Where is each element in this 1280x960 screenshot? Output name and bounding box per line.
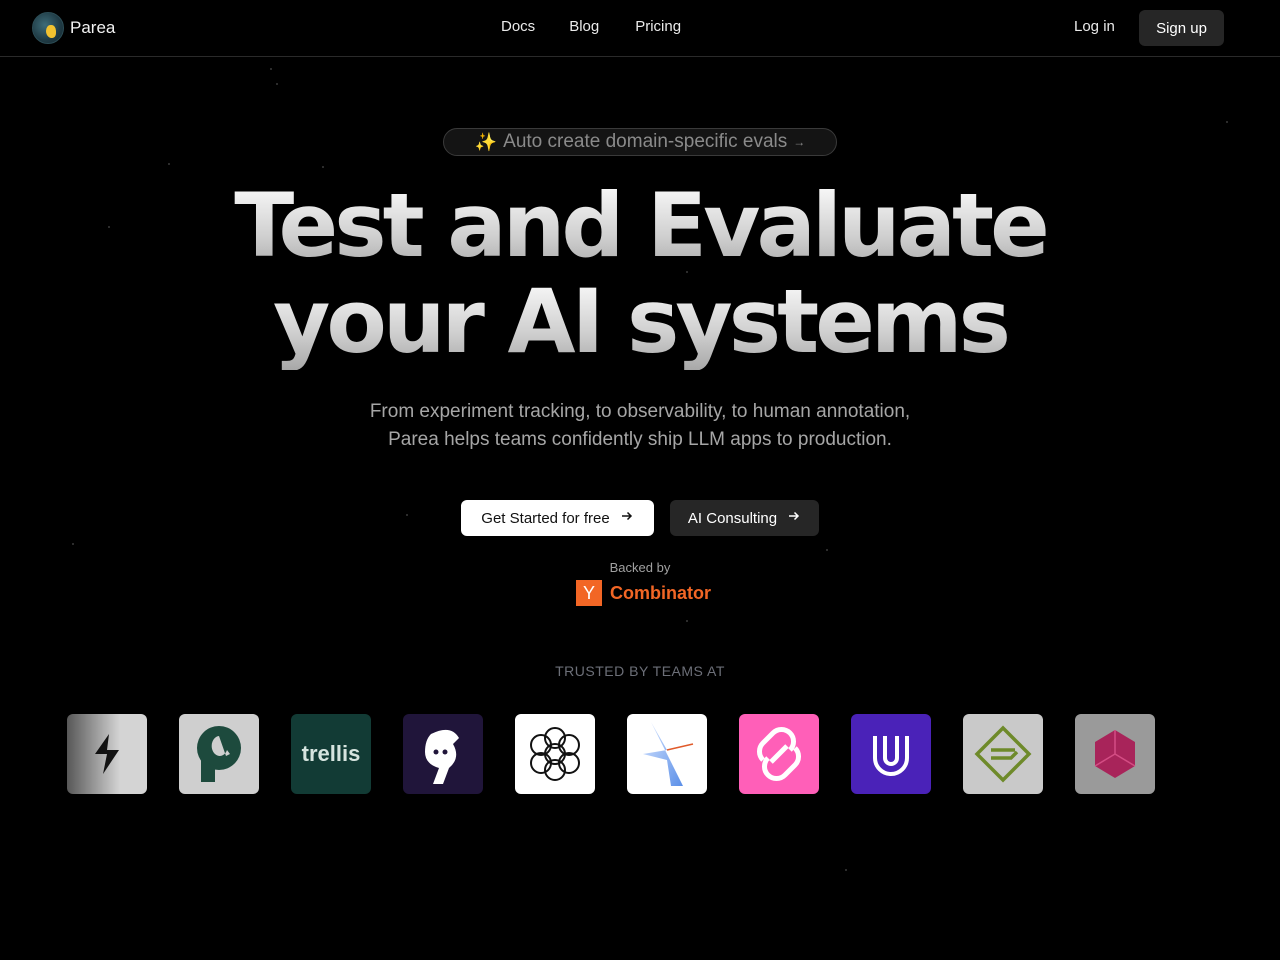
brand-name: Parea	[70, 18, 116, 37]
login-link[interactable]: Log in	[1074, 18, 1115, 35]
sparkles-icon: ✨	[474, 131, 498, 152]
nav-link-blog[interactable]: Blog	[569, 18, 599, 35]
get-started-button[interactable]: Get Started for free	[461, 500, 654, 536]
brand[interactable]: Parea	[32, 12, 115, 44]
yc-y-icon: Y	[576, 580, 602, 606]
customer-logo-link-icon	[739, 714, 819, 794]
top-navigation: Parea Docs Blog Pricing Log in Sign up	[0, 0, 1280, 57]
headline-line-1: Test and Evaluate	[0, 178, 1280, 274]
customer-logo-u-icon	[851, 714, 931, 794]
parea-logo-icon	[32, 12, 64, 44]
y-combinator-logo[interactable]: Y Combinator	[576, 580, 711, 606]
arrow-right-icon: →	[793, 135, 806, 149]
announcement-pill[interactable]: ✨ Auto create domain-specific evals →	[443, 128, 837, 156]
customer-logo-headset-icon	[179, 714, 259, 794]
arrow-right-icon	[787, 509, 801, 527]
customer-logo-diamond-icon	[963, 714, 1043, 794]
customer-logo-strip: trellis	[67, 714, 1155, 794]
yc-wordmark: Combinator	[610, 582, 711, 603]
customer-logo-prism-icon	[627, 714, 707, 794]
trellis-wordmark: trellis	[301, 741, 361, 766]
logo-strip-fade-right	[1160, 700, 1280, 810]
get-started-label: Get Started for free	[481, 509, 610, 527]
customer-logo-flower-icon	[515, 714, 595, 794]
customer-logo-character-icon	[403, 714, 483, 794]
trusted-by-heading: TRUSTED BY TEAMS AT	[555, 663, 725, 679]
headline-line-2: your AI systems	[0, 274, 1280, 370]
signup-button[interactable]: Sign up	[1139, 10, 1224, 46]
nav-link-pricing[interactable]: Pricing	[635, 18, 681, 35]
logo-strip-fade-left	[0, 700, 120, 810]
subtitle-line-2: Parea helps teams confidently ship LLM a…	[388, 429, 892, 450]
hero-subtitle: From experiment tracking, to observabili…	[0, 398, 1280, 454]
customer-logo-cube-icon	[1075, 714, 1155, 794]
ai-consulting-label: AI Consulting	[687, 509, 778, 527]
ai-consulting-button[interactable]: AI Consulting	[670, 500, 819, 536]
announcement-text: Auto create domain-specific evals	[503, 131, 788, 152]
hero-headline: Test and Evaluate your AI systems	[0, 178, 1280, 370]
backed-by-label: Backed by	[609, 560, 671, 575]
customer-logo-trellis: trellis	[291, 714, 371, 794]
nav-links: Docs Blog Pricing	[501, 18, 681, 35]
nav-link-docs[interactable]: Docs	[501, 18, 535, 35]
arrow-right-icon	[620, 509, 634, 527]
subtitle-line-1: From experiment tracking, to observabili…	[369, 401, 911, 422]
